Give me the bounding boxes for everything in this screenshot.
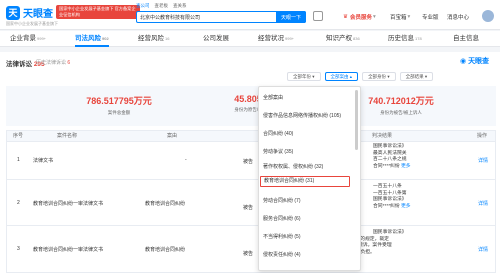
search-type-tabs: 查公司 查老板 查关系 bbox=[136, 3, 187, 9]
tab-judicial-risk[interactable]: 司法风险902 bbox=[75, 31, 109, 47]
tab-self-info[interactable]: 自主信息 bbox=[453, 31, 479, 47]
dropdown-option[interactable]: 不当得利纠纷 (5) bbox=[263, 233, 301, 240]
chevron-down-icon: ▾ bbox=[372, 14, 376, 20]
filter-year[interactable]: 全部年份 ▾ bbox=[287, 72, 321, 81]
search-tab-boss[interactable]: 查老板 bbox=[155, 3, 169, 9]
stats-panel: 786.517795万元 案件总金额 45.80578 身份为原告/上诉人 74… bbox=[6, 86, 496, 126]
result-summary: 一百五十八条 一百五十八条第 国民事诉讼法》 合同****纠纷 更多 bbox=[373, 184, 411, 209]
tab-operation-risk[interactable]: 经营风险16 bbox=[138, 31, 169, 47]
search-input[interactable] bbox=[140, 14, 280, 20]
logo-mark-icon: 天 bbox=[6, 5, 20, 20]
brand-watermark: ◉ 天眼查 bbox=[460, 58, 490, 65]
search-box: 天眼一下 bbox=[136, 11, 306, 23]
filter-result[interactable]: 全部结果 ▾ bbox=[399, 72, 434, 81]
eye-logo-icon: ◉ bbox=[460, 58, 467, 65]
nav-toolbox[interactable]: 百宝箱 ▾ bbox=[390, 13, 410, 21]
result-summary: 国民事诉讼法》 最高人民法院关 百二十八条之规 合同****纠纷 更多 bbox=[373, 144, 411, 169]
search-button[interactable]: 天眼一下 bbox=[276, 11, 306, 23]
detail-link[interactable]: 详情 bbox=[478, 200, 488, 207]
dropdown-option[interactable]: 著作权权属、侵权纠纷 (32) bbox=[263, 163, 323, 170]
chevron-down-icon: ▾ bbox=[312, 74, 315, 79]
more-link[interactable]: 更多 bbox=[401, 204, 411, 209]
dropdown-scrollbar[interactable] bbox=[355, 90, 358, 150]
chevron-down-icon: ▾ bbox=[407, 14, 411, 20]
nav-vip[interactable]: ♛ 会员服务 ▾ bbox=[343, 13, 376, 21]
dropdown-option[interactable]: 侵害作品信息网络传播权纠纷 (105) bbox=[263, 112, 341, 119]
logo-text: 天眼查 bbox=[23, 9, 53, 20]
table-row: 3 教育培训合同纠纷一审法律文书 教育培训合同纠纷 被告 国民事诉讼法》 第一百… bbox=[6, 226, 496, 273]
tab-history[interactable]: 历史信息178 bbox=[388, 31, 422, 47]
more-link[interactable]: 更多 bbox=[401, 164, 411, 169]
tab-intellectual-property[interactable]: 知识产权836 bbox=[326, 31, 360, 47]
chevron-up-icon: ▴ bbox=[349, 74, 353, 79]
history-legal-link[interactable]: 历史法律诉讼 6 bbox=[36, 59, 70, 66]
chevron-down-icon: ▾ bbox=[387, 74, 390, 79]
stat-total-amount: 786.517795万元 案件总金额 bbox=[86, 96, 152, 115]
legal-proceedings-panel: 法律诉讼 295 历史法律诉讼 6 ◉ 天眼查 全部年份 ▾ 全部案由 ▴ 全部… bbox=[0, 52, 500, 273]
dropdown-option[interactable]: 侵权责任纠纷 (4) bbox=[263, 251, 301, 258]
dropdown-option[interactable]: 服务合同纠纷 (6) bbox=[263, 215, 301, 222]
official-badge: 国家中小企业发展子基金旗下 官方备案企业征信机构 bbox=[56, 5, 140, 19]
tab-enterprise-background[interactable]: 企业背景999+ bbox=[10, 31, 46, 47]
search-tab-company[interactable]: 查公司 bbox=[136, 3, 150, 9]
tab-operation-status[interactable]: 经营状况999+ bbox=[258, 31, 294, 47]
dropdown-option[interactable]: 全部案由 bbox=[263, 94, 283, 101]
crown-icon: ♛ bbox=[343, 14, 348, 20]
chevron-down-icon: ▾ bbox=[424, 74, 428, 79]
table-row: 1 法律文书 - 被告 国民事诉讼法》 最高人民法院关 百二十八条之规 合同**… bbox=[6, 142, 496, 180]
dropdown-option[interactable]: 合同纠纷 (40) bbox=[263, 130, 293, 137]
filter-bar: 全部年份 ▾ 全部案由 ▴ 全部身份 ▾ 全部结果 ▾ bbox=[287, 72, 434, 81]
user-avatar[interactable] bbox=[482, 10, 494, 22]
search-tab-relation[interactable]: 查关系 bbox=[173, 3, 187, 9]
app-qr-icon[interactable] bbox=[313, 11, 323, 21]
top-bar: 天 天眼查 国家中小企业发展子基金旗下 国家中小企业发展子基金旗下 官方备案企业… bbox=[0, 0, 500, 30]
nav-messages[interactable]: 消息中心 bbox=[447, 13, 469, 21]
detail-link[interactable]: 详情 bbox=[478, 157, 488, 164]
dropdown-option[interactable]: 劳动合同纠纷 (7) bbox=[263, 197, 301, 204]
dimension-tabs: 企业背景999+ 司法风险902 经营风险16 公司发展 经营状况999+ 知识… bbox=[0, 31, 500, 47]
dropdown-option[interactable]: 劳动争议 (35) bbox=[263, 148, 293, 155]
nav-pro[interactable]: 专业版 bbox=[422, 13, 439, 21]
logo-subtitle: 国家中小企业发展子基金旗下 bbox=[6, 21, 58, 26]
dropdown-option-highlighted[interactable]: 教育培训合同纠纷 (31) bbox=[260, 176, 350, 187]
tab-company-development[interactable]: 公司发展 bbox=[203, 31, 229, 47]
detail-link[interactable]: 详情 bbox=[478, 246, 488, 253]
logo[interactable]: 天 天眼查 bbox=[6, 5, 53, 20]
table-header: 序号 案件名称 案由 判决结果 操作 bbox=[6, 130, 496, 142]
filter-identity[interactable]: 全部身份 ▾ bbox=[362, 72, 396, 81]
filter-case-type[interactable]: 全部案由 ▴ bbox=[324, 72, 359, 81]
case-type-dropdown: 全部案由 侵害作品信息网络传播权纠纷 (105) 合同纠纷 (40) 劳动争议 … bbox=[258, 86, 361, 271]
table-row: 2 教育培训合同纠纷一审法律文书 教育培训合同纠纷 被告 一百五十八条 一百五十… bbox=[6, 180, 496, 226]
